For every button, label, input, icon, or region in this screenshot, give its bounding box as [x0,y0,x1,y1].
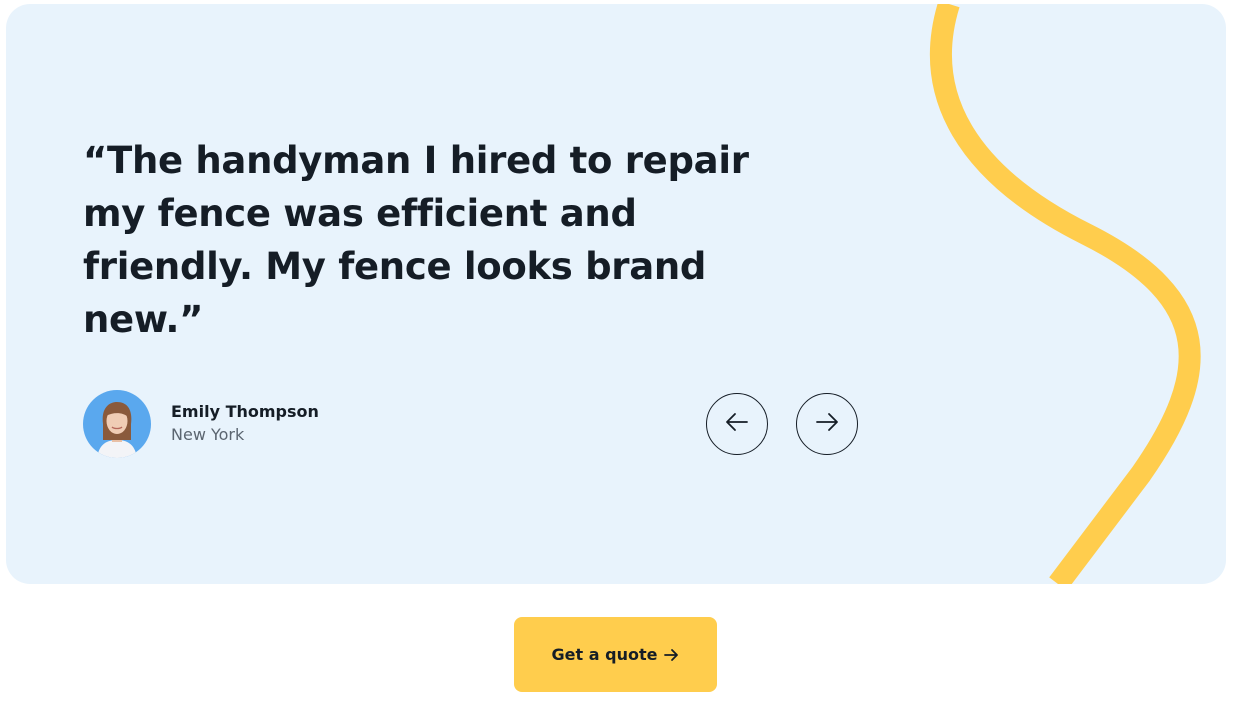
author-location: New York [171,425,245,444]
previous-testimonial-button[interactable] [706,393,768,455]
avatar [83,390,151,458]
arrow-right-icon [663,647,679,663]
testimonial-author: Emily Thompson New York [83,390,319,458]
next-testimonial-button[interactable] [796,393,858,455]
author-name: Emily Thompson [171,402,319,421]
arrow-right-icon [814,409,840,439]
get-a-quote-button[interactable]: Get a quote [514,617,717,692]
arrow-left-icon [724,409,750,439]
get-a-quote-label: Get a quote [551,645,658,664]
testimonial-card: “The handyman I hired to repair my fence… [6,4,1226,584]
testimonial-quote: “The handyman I hired to repair my fence… [83,139,749,341]
